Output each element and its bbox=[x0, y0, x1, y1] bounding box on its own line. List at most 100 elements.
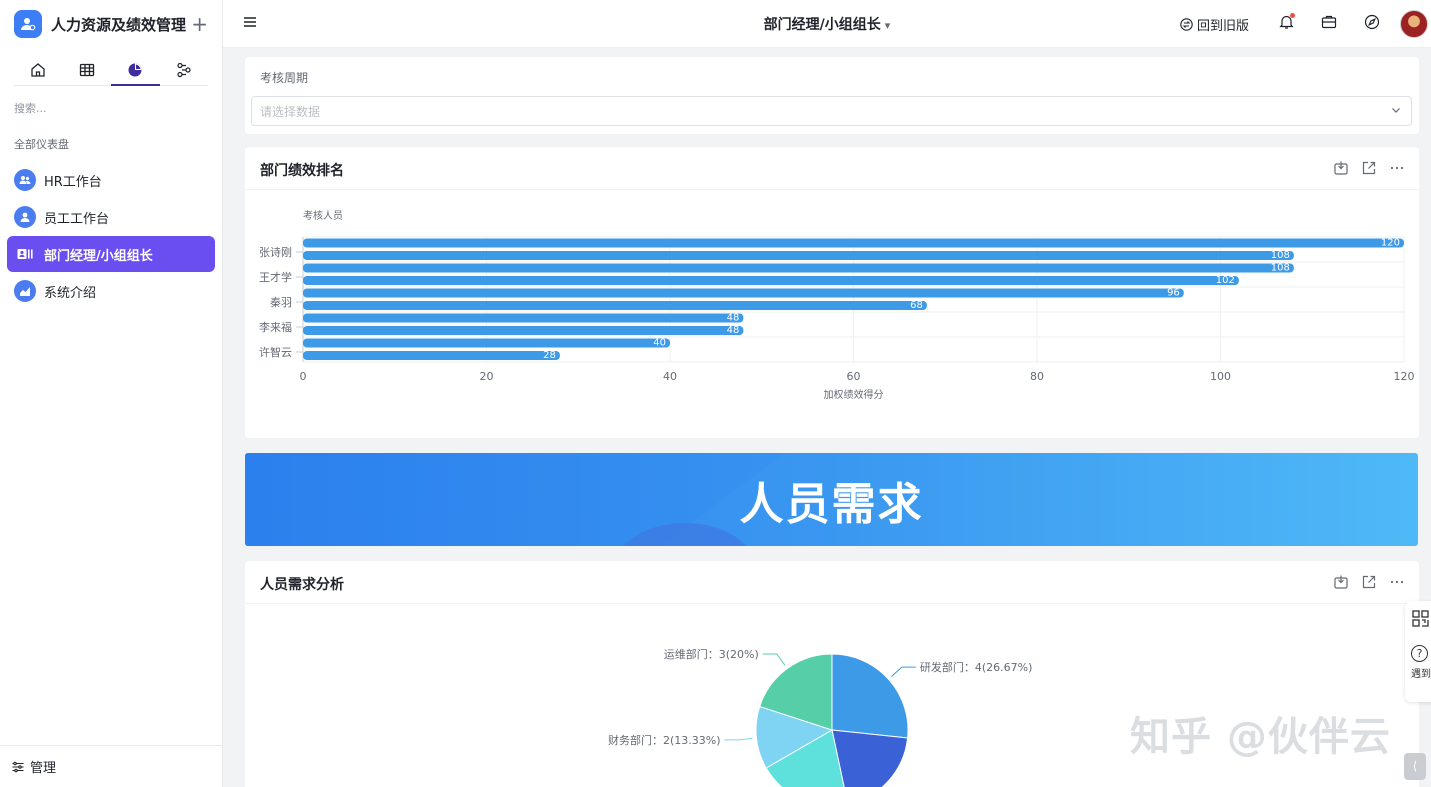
sidebar-item-label: 系统介绍 bbox=[44, 285, 97, 301]
y-tick-label: 李来福 bbox=[259, 320, 292, 334]
compass-icon bbox=[1364, 14, 1380, 30]
bar bbox=[303, 351, 560, 360]
y-tick-label: 张诗刚 bbox=[259, 245, 292, 259]
open-external-icon[interactable] bbox=[1361, 160, 1377, 176]
sidebar: 人力资源及绩效管理 + 搜索... 全部仪表盘 HR工作台 员工工作台 部门经理… bbox=[0, 0, 223, 787]
y-tick-label: 王才学 bbox=[259, 270, 292, 284]
sidebar-item-employee-workbench[interactable]: 员工工作台 bbox=[7, 199, 215, 235]
performance-ranking-card: 部门绩效排名 0 20 40 60 80 100 120 考核人员 加权绩效得分 120 108 10… bbox=[245, 147, 1419, 438]
select-placeholder: 请选择数据 bbox=[260, 105, 321, 119]
bar-value-label: 68 bbox=[910, 300, 923, 311]
download-icon[interactable] bbox=[1333, 574, 1349, 590]
pie-slice-label: 运维部门：3(20%) bbox=[664, 647, 759, 661]
add-button[interactable]: + bbox=[191, 14, 208, 34]
download-icon[interactable] bbox=[1333, 160, 1349, 176]
briefcase-button[interactable] bbox=[1321, 14, 1337, 34]
bar bbox=[303, 263, 1294, 273]
period-select[interactable]: 请选择数据 bbox=[251, 96, 1412, 126]
tab-table[interactable] bbox=[63, 54, 112, 85]
area-chart-icon bbox=[14, 280, 36, 302]
switch-icon bbox=[1180, 18, 1193, 31]
card-header: 人员需求分析 bbox=[245, 561, 1419, 604]
bar bbox=[303, 238, 1404, 248]
x-tick-label: 80 bbox=[1030, 370, 1044, 383]
bar-value-label: 120 bbox=[1381, 238, 1400, 249]
filter-card: 考核周期 请选择数据 bbox=[245, 57, 1419, 134]
tab-dashboard[interactable] bbox=[111, 54, 160, 86]
pie-chart: 研发部门：4(26.67%) 财务部门：2(13.33%) 运维部门：3(20%) bbox=[608, 647, 1032, 787]
sidebar-item-label: 部门经理/小组组长 bbox=[44, 248, 153, 264]
pie-label-line bbox=[724, 737, 753, 741]
card-tools bbox=[1333, 160, 1405, 176]
card-title: 部门绩效排名 bbox=[260, 163, 344, 179]
card-title: 人员需求分析 bbox=[260, 577, 344, 593]
sidebar-item-system-intro[interactable]: 系统介绍 bbox=[7, 273, 215, 309]
card-header: 部门绩效排名 bbox=[245, 147, 1419, 190]
more-icon[interactable] bbox=[1389, 574, 1405, 590]
notification-button[interactable] bbox=[1279, 13, 1295, 34]
workflow-icon bbox=[177, 62, 191, 77]
bar bbox=[303, 338, 670, 348]
user-icon bbox=[14, 206, 36, 228]
briefcase-icon bbox=[1321, 15, 1337, 29]
help-widget[interactable]: ? 遇到问题 bbox=[1405, 601, 1431, 702]
pie-slice bbox=[831, 729, 909, 787]
bar-chart: 0 20 40 60 80 100 120 考核人员加权绩效得分 120 108 108 102 96 6… bbox=[259, 209, 1415, 401]
tab-home[interactable] bbox=[14, 54, 63, 85]
app-title: 人力资源及绩效管理 bbox=[51, 15, 187, 34]
bar-value-label: 108 bbox=[1271, 263, 1290, 274]
sidebar-item-manager[interactable]: 部门经理/小组组长 bbox=[7, 236, 215, 272]
pie-label-line bbox=[891, 666, 916, 677]
page-title: 部门经理/小组组长 bbox=[763, 17, 881, 33]
bar-value-label: 48 bbox=[727, 313, 740, 324]
card-tools bbox=[1333, 574, 1405, 590]
app-header: 人力资源及绩效管理 + bbox=[0, 0, 222, 48]
old-version-button[interactable]: 回到旧版 bbox=[1180, 15, 1249, 34]
collapse-button[interactable]: ⟨ bbox=[1404, 753, 1426, 780]
chevron-down-icon: ▾ bbox=[884, 19, 891, 32]
bar bbox=[303, 313, 744, 323]
x-axis-title: 加权绩效得分 bbox=[824, 388, 884, 401]
bar bbox=[303, 276, 1239, 285]
manage-label: 管理 bbox=[30, 761, 57, 776]
avatar[interactable] bbox=[1400, 10, 1428, 38]
page-title-dropdown[interactable]: 部门经理/小组组长 ▾ bbox=[223, 14, 1431, 34]
x-tick-label: 20 bbox=[480, 370, 494, 383]
id-card-icon bbox=[14, 243, 36, 265]
topbar: 部门经理/小组组长 ▾ 回到旧版 bbox=[223, 0, 1431, 48]
bar-value-label: 40 bbox=[653, 338, 666, 349]
x-tick-label: 0 bbox=[300, 370, 307, 383]
bar-value-label: 96 bbox=[1167, 288, 1180, 299]
open-external-icon[interactable] bbox=[1361, 574, 1377, 590]
sidebar-item-label: HR工作台 bbox=[44, 174, 102, 190]
x-tick-label: 120 bbox=[1394, 370, 1415, 383]
notification-dot bbox=[1290, 13, 1295, 18]
sliders-icon bbox=[12, 761, 24, 772]
x-tick-label: 40 bbox=[663, 370, 677, 383]
staffing-analysis-card: 人员需求分析 研发部门：4(26.67%) 财务部门：2(13.33%) 运维部门：… bbox=[245, 561, 1419, 787]
bar bbox=[303, 251, 1294, 260]
dashboard-list: HR工作台 员工工作台 部门经理/小组组长 系统介绍 bbox=[0, 162, 222, 309]
y-axis-title: 考核人员 bbox=[303, 209, 343, 222]
sidebar-search-input[interactable]: 搜索... bbox=[14, 100, 208, 116]
sidebar-item-hr-workbench[interactable]: HR工作台 bbox=[7, 162, 215, 198]
section-banner: 人员需求 bbox=[245, 453, 1418, 546]
bar-value-label: 28 bbox=[543, 350, 556, 361]
explore-button[interactable] bbox=[1364, 14, 1380, 34]
manage-button[interactable]: 管理 bbox=[0, 745, 222, 787]
help-icon[interactable]: ? bbox=[1411, 645, 1428, 662]
y-tick-label: 许智云 bbox=[259, 345, 292, 359]
old-version-label: 回到旧版 bbox=[1197, 19, 1250, 34]
section-label: 全部仪表盘 bbox=[14, 138, 69, 151]
bar bbox=[303, 301, 927, 310]
more-icon[interactable] bbox=[1389, 160, 1405, 176]
pie-chart-icon bbox=[128, 63, 142, 76]
table-icon bbox=[79, 63, 94, 76]
filter-label: 考核周期 bbox=[260, 71, 309, 85]
pie-slice-label: 财务部门：2(13.33%) bbox=[608, 733, 721, 747]
tab-workflow[interactable] bbox=[160, 54, 209, 85]
x-tick-label: 100 bbox=[1210, 370, 1231, 383]
pie-slice bbox=[831, 653, 909, 739]
qr-code-icon[interactable] bbox=[1412, 610, 1429, 627]
bar bbox=[303, 288, 1184, 298]
